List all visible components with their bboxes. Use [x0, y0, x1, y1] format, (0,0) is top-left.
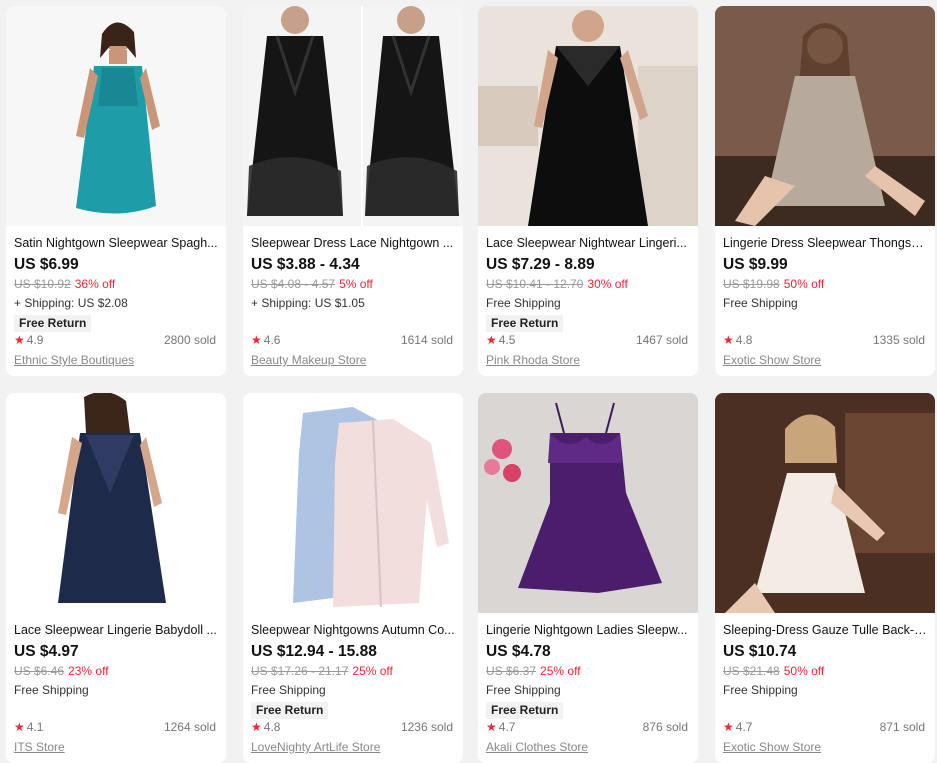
- store-link[interactable]: Akali Clothes Store: [486, 739, 588, 755]
- product-card[interactable]: Sleeping-Dress Gauze Tulle Back-L... US …: [715, 393, 935, 763]
- shipping-info: Free Shipping: [723, 683, 798, 697]
- product-card[interactable]: Lingerie Dress Sleepwear Thongs S... US …: [715, 6, 935, 376]
- store-link[interactable]: LoveNighty ArtLife Store: [251, 739, 380, 755]
- sold-count: 1335 sold: [872, 333, 925, 347]
- product-image[interactable]: [243, 393, 463, 613]
- product-title[interactable]: Lace Sleepwear Lingerie Babydoll ...: [14, 622, 218, 638]
- store-link[interactable]: Exotic Show Store: [723, 739, 821, 755]
- star-icon: ★: [723, 333, 734, 347]
- free-return-badge: Free Return: [14, 315, 92, 332]
- product-price: US $6.99: [14, 256, 79, 273]
- star-icon: ★: [251, 720, 262, 734]
- product-price: US $10.74: [723, 643, 797, 660]
- product-image[interactable]: [478, 393, 698, 613]
- discount-label: 5% off: [339, 277, 373, 291]
- star-icon: ★: [14, 720, 25, 734]
- product-image[interactable]: [715, 6, 935, 226]
- original-price: US $10.41 - 12.70: [486, 277, 584, 291]
- original-price: US $6.37: [486, 664, 537, 678]
- discount-label: 25% off: [540, 664, 581, 678]
- product-image[interactable]: [715, 393, 935, 613]
- product-title[interactable]: Sleeping-Dress Gauze Tulle Back-L...: [723, 622, 927, 638]
- product-title[interactable]: Satin Nightgown Sleepwear Spagh...: [14, 235, 218, 251]
- free-return-badge: Free Return: [486, 702, 564, 719]
- sold-count: 876 sold: [642, 720, 688, 734]
- product-card[interactable]: Sleepwear Dress Lace Nightgown ... US $3…: [243, 6, 463, 376]
- discount-label: 25% off: [352, 664, 393, 678]
- original-price: US $6.46: [14, 664, 65, 678]
- sold-count: 1264 sold: [163, 720, 216, 734]
- star-icon: ★: [14, 333, 25, 347]
- product-title[interactable]: Lingerie Dress Sleepwear Thongs S...: [723, 235, 927, 251]
- product-title[interactable]: Lace Sleepwear Nightwear Lingeri...: [486, 235, 690, 251]
- rating-value: 4.1: [26, 720, 44, 734]
- rating-value: 4.6: [263, 333, 281, 347]
- product-title[interactable]: Sleepwear Nightgowns Autumn Co...: [251, 622, 455, 638]
- sold-count: 2800 sold: [163, 333, 216, 347]
- product-price: US $7.29 - 8.89: [486, 256, 595, 273]
- store-link[interactable]: Beauty Makeup Store: [251, 352, 366, 368]
- store-link[interactable]: Pink Rhoda Store: [486, 352, 580, 368]
- original-price: US $10.92: [14, 277, 71, 291]
- star-icon: ★: [251, 333, 262, 347]
- original-price: US $4.08 - 4.57: [251, 277, 336, 291]
- product-card[interactable]: Sleepwear Nightgowns Autumn Co... US $12…: [243, 393, 463, 763]
- store-link[interactable]: Ethnic Style Boutiques: [14, 352, 134, 368]
- product-price: US $4.97: [14, 643, 79, 660]
- product-price: US $12.94 - 15.88: [251, 643, 377, 660]
- original-price: US $19.98: [723, 277, 780, 291]
- sold-count: 1614 sold: [400, 333, 453, 347]
- shipping-info: Free Shipping: [486, 296, 561, 310]
- product-image[interactable]: [478, 6, 698, 226]
- product-card[interactable]: Satin Nightgown Sleepwear Spagh... US $6…: [6, 6, 226, 376]
- star-icon: ★: [723, 720, 734, 734]
- sold-count: 1236 sold: [400, 720, 453, 734]
- product-image[interactable]: [6, 6, 226, 226]
- discount-label: 50% off: [783, 277, 825, 291]
- shipping-info: Free Shipping: [723, 296, 798, 310]
- product-title[interactable]: Sleepwear Dress Lace Nightgown ...: [251, 235, 455, 251]
- free-return-badge: Free Return: [486, 315, 564, 332]
- original-price: US $17.26 - 21.17: [251, 664, 349, 678]
- star-icon: ★: [486, 333, 497, 347]
- product-card[interactable]: Lace Sleepwear Lingerie Babydoll ... US …: [6, 393, 226, 763]
- discount-label: 36% off: [74, 277, 116, 291]
- product-image[interactable]: [6, 393, 226, 613]
- rating-value: 4.8: [263, 720, 281, 734]
- discount-label: 23% off: [68, 664, 109, 678]
- shipping-info: + Shipping: US $2.08: [14, 296, 128, 310]
- product-card[interactable]: Lace Sleepwear Nightwear Lingeri... US $…: [478, 6, 698, 376]
- product-card[interactable]: Lingerie Nightgown Ladies Sleepw... US $…: [478, 393, 698, 763]
- discount-label: 50% off: [783, 664, 825, 678]
- sold-count: 871 sold: [879, 720, 925, 734]
- store-link[interactable]: Exotic Show Store: [723, 352, 821, 368]
- rating-value: 4.5: [498, 333, 516, 347]
- shipping-info: Free Shipping: [14, 683, 89, 697]
- rating-value: 4.7: [735, 720, 753, 734]
- rating-value: 4.8: [735, 333, 753, 347]
- product-title[interactable]: Lingerie Nightgown Ladies Sleepw...: [486, 622, 690, 638]
- shipping-info: + Shipping: US $1.05: [251, 296, 365, 310]
- product-image[interactable]: [243, 6, 463, 226]
- original-price: US $21.48: [723, 664, 780, 678]
- rating-value: 4.7: [498, 720, 516, 734]
- rating-value: 4.9: [26, 333, 44, 347]
- free-return-badge: Free Return: [251, 702, 329, 719]
- sold-count: 1467 sold: [635, 333, 688, 347]
- store-link[interactable]: ITS Store: [14, 739, 65, 755]
- shipping-info: Free Shipping: [486, 683, 561, 697]
- product-price: US $9.99: [723, 256, 788, 273]
- product-price: US $3.88 - 4.34: [251, 256, 360, 273]
- product-price: US $4.78: [486, 643, 551, 660]
- discount-label: 30% off: [587, 277, 628, 291]
- star-icon: ★: [486, 720, 497, 734]
- shipping-info: Free Shipping: [251, 683, 326, 697]
